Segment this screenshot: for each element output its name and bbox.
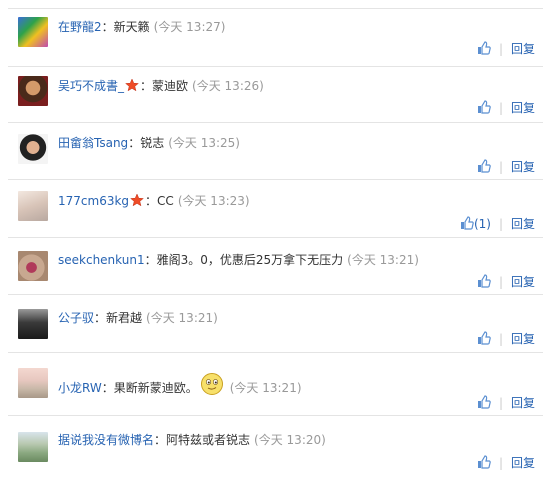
- comment-item: 吴巧不成書_ ：蒙迪欧 (今天 13:26) | 回复: [8, 66, 543, 123]
- avatar[interactable]: [18, 76, 48, 106]
- comment-text: 新天籁: [113, 20, 150, 34]
- like-button[interactable]: [477, 159, 491, 175]
- thumbs-up-icon: [477, 159, 491, 173]
- thumbs-up-icon: [477, 455, 491, 469]
- reply-button[interactable]: 回复: [511, 332, 535, 346]
- separator: |: [498, 101, 503, 115]
- comment-text: 锐志: [140, 136, 165, 150]
- separator: |: [498, 275, 503, 289]
- separator: |: [498, 217, 503, 231]
- username-link[interactable]: 田畲翁Tsang: [58, 136, 128, 150]
- separator: |: [498, 42, 503, 56]
- separator: |: [498, 456, 503, 470]
- colon: ：: [140, 79, 153, 93]
- like-button[interactable]: [477, 41, 491, 57]
- separator: |: [498, 396, 503, 410]
- star-badge-icon: [125, 78, 139, 92]
- like-button[interactable]: (1): [460, 216, 491, 232]
- comment-text: 蒙迪欧: [152, 79, 189, 93]
- colon: ：: [101, 20, 114, 34]
- like-button[interactable]: [477, 331, 491, 347]
- colon: ：: [128, 136, 141, 150]
- comment-item: 在野龍2：新天籁 (今天 13:27) | 回复: [8, 9, 543, 67]
- comment-item: 公子驭：新君越 (今天 13:21) | 回复: [8, 294, 543, 353]
- separator: |: [498, 332, 503, 346]
- comment-item: 小龙RW：果断新蒙迪欧。 (今天 13:21) | 回复: [8, 352, 543, 416]
- avatar[interactable]: [18, 368, 48, 398]
- avatar[interactable]: [18, 432, 48, 462]
- like-button[interactable]: [477, 395, 491, 411]
- avatar[interactable]: [18, 134, 48, 164]
- timestamp: (今天 13:25): [168, 136, 240, 150]
- colon: ：: [144, 253, 157, 267]
- comment-text: CC: [157, 194, 174, 208]
- username-link[interactable]: 在野龍2: [58, 20, 102, 34]
- comment-text: 阿特兹或者锐志: [166, 433, 251, 447]
- reply-button[interactable]: 回复: [511, 456, 535, 470]
- reply-button[interactable]: 回复: [511, 275, 535, 289]
- timestamp: (今天 13:20): [254, 433, 326, 447]
- timestamp: (今天 13:26): [192, 79, 264, 93]
- reply-button[interactable]: 回复: [511, 42, 535, 56]
- comment-item: seekchenkun1：雅阁3。0，优惠后25万拿下无压力 (今天 13:21)…: [8, 237, 543, 295]
- separator: |: [498, 160, 503, 174]
- comment-item: 177cm63kg ：CC (今天 13:23) (1) | 回复: [8, 179, 543, 238]
- smiley-emoji-icon: [200, 373, 223, 395]
- comment-text: 雅阁3。0，优惠后25万拿下无压力: [156, 253, 344, 267]
- colon: ：: [94, 311, 107, 325]
- timestamp: (今天 13:23): [177, 194, 250, 208]
- username-link[interactable]: 小龙RW: [58, 381, 102, 395]
- comment-item: 据说我没有微博名：阿特兹或者锐志 (今天 13:20) | 回复: [8, 415, 543, 480]
- colon: ：: [154, 433, 167, 447]
- colon: ：: [145, 194, 158, 208]
- reply-button[interactable]: 回复: [511, 217, 535, 231]
- username-link[interactable]: 据说我没有微博名: [58, 433, 154, 447]
- username-link[interactable]: 177cm63kg: [58, 194, 129, 208]
- thumbs-up-icon: [460, 216, 474, 230]
- comment-text: 果断新蒙迪欧。: [113, 381, 198, 395]
- comment-text: 新君越: [106, 311, 143, 325]
- avatar[interactable]: [18, 17, 48, 47]
- like-button[interactable]: [477, 274, 491, 290]
- like-count: (1): [473, 217, 491, 231]
- username-link[interactable]: 公子驭: [58, 311, 94, 325]
- reply-button[interactable]: 回复: [511, 101, 535, 115]
- like-button[interactable]: [477, 100, 491, 116]
- reply-button[interactable]: 回复: [511, 396, 535, 410]
- username-link[interactable]: seekchenkun1: [58, 253, 145, 267]
- thumbs-up-icon: [477, 41, 491, 55]
- avatar[interactable]: [18, 191, 48, 221]
- like-button[interactable]: [477, 455, 491, 471]
- star-badge-icon: [130, 193, 144, 207]
- avatar[interactable]: [18, 251, 48, 281]
- timestamp: (今天 13:21): [146, 311, 218, 325]
- timestamp: (今天 13:21): [347, 253, 419, 267]
- thumbs-up-icon: [477, 274, 491, 288]
- thumbs-up-icon: [477, 100, 491, 114]
- thumbs-up-icon: [477, 331, 491, 345]
- colon: ：: [101, 381, 114, 395]
- reply-button[interactable]: 回复: [511, 160, 535, 174]
- timestamp: (今天 13:27): [153, 20, 226, 34]
- avatar[interactable]: [18, 309, 48, 339]
- thumbs-up-icon: [477, 395, 491, 409]
- timestamp: (今天 13:21): [229, 381, 302, 395]
- comment-item: 田畲翁Tsang：锐志 (今天 13:25) | 回复: [8, 122, 543, 180]
- username-link[interactable]: 吴巧不成書_: [58, 79, 124, 93]
